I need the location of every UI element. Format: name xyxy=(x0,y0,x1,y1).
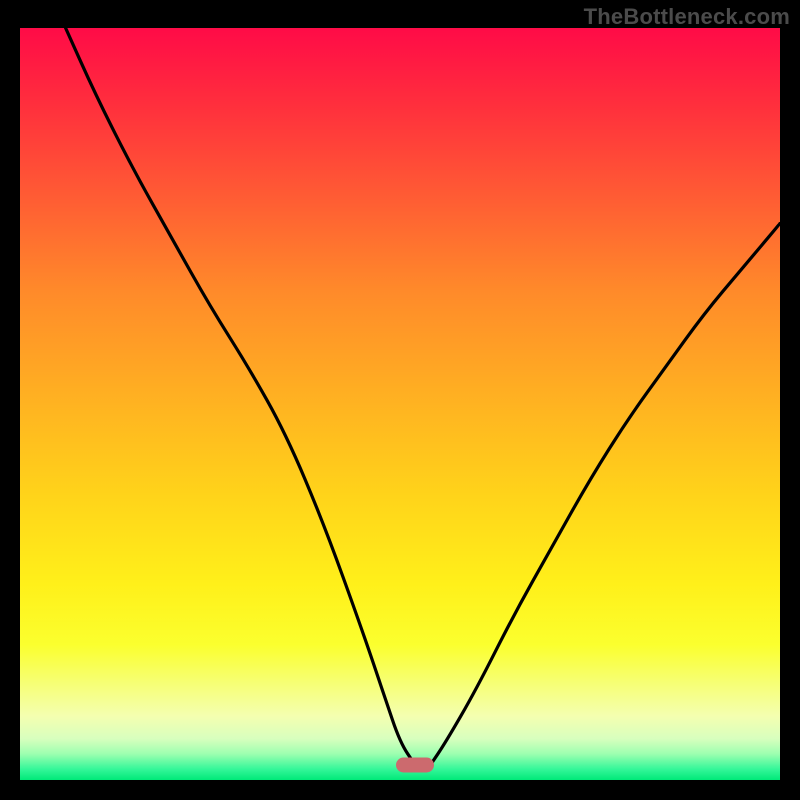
stage: TheBottleneck.com xyxy=(0,0,800,800)
watermark-text: TheBottleneck.com xyxy=(584,4,790,30)
plot-area xyxy=(20,28,780,780)
bottleneck-curve xyxy=(20,28,780,780)
optimal-marker xyxy=(396,757,434,772)
